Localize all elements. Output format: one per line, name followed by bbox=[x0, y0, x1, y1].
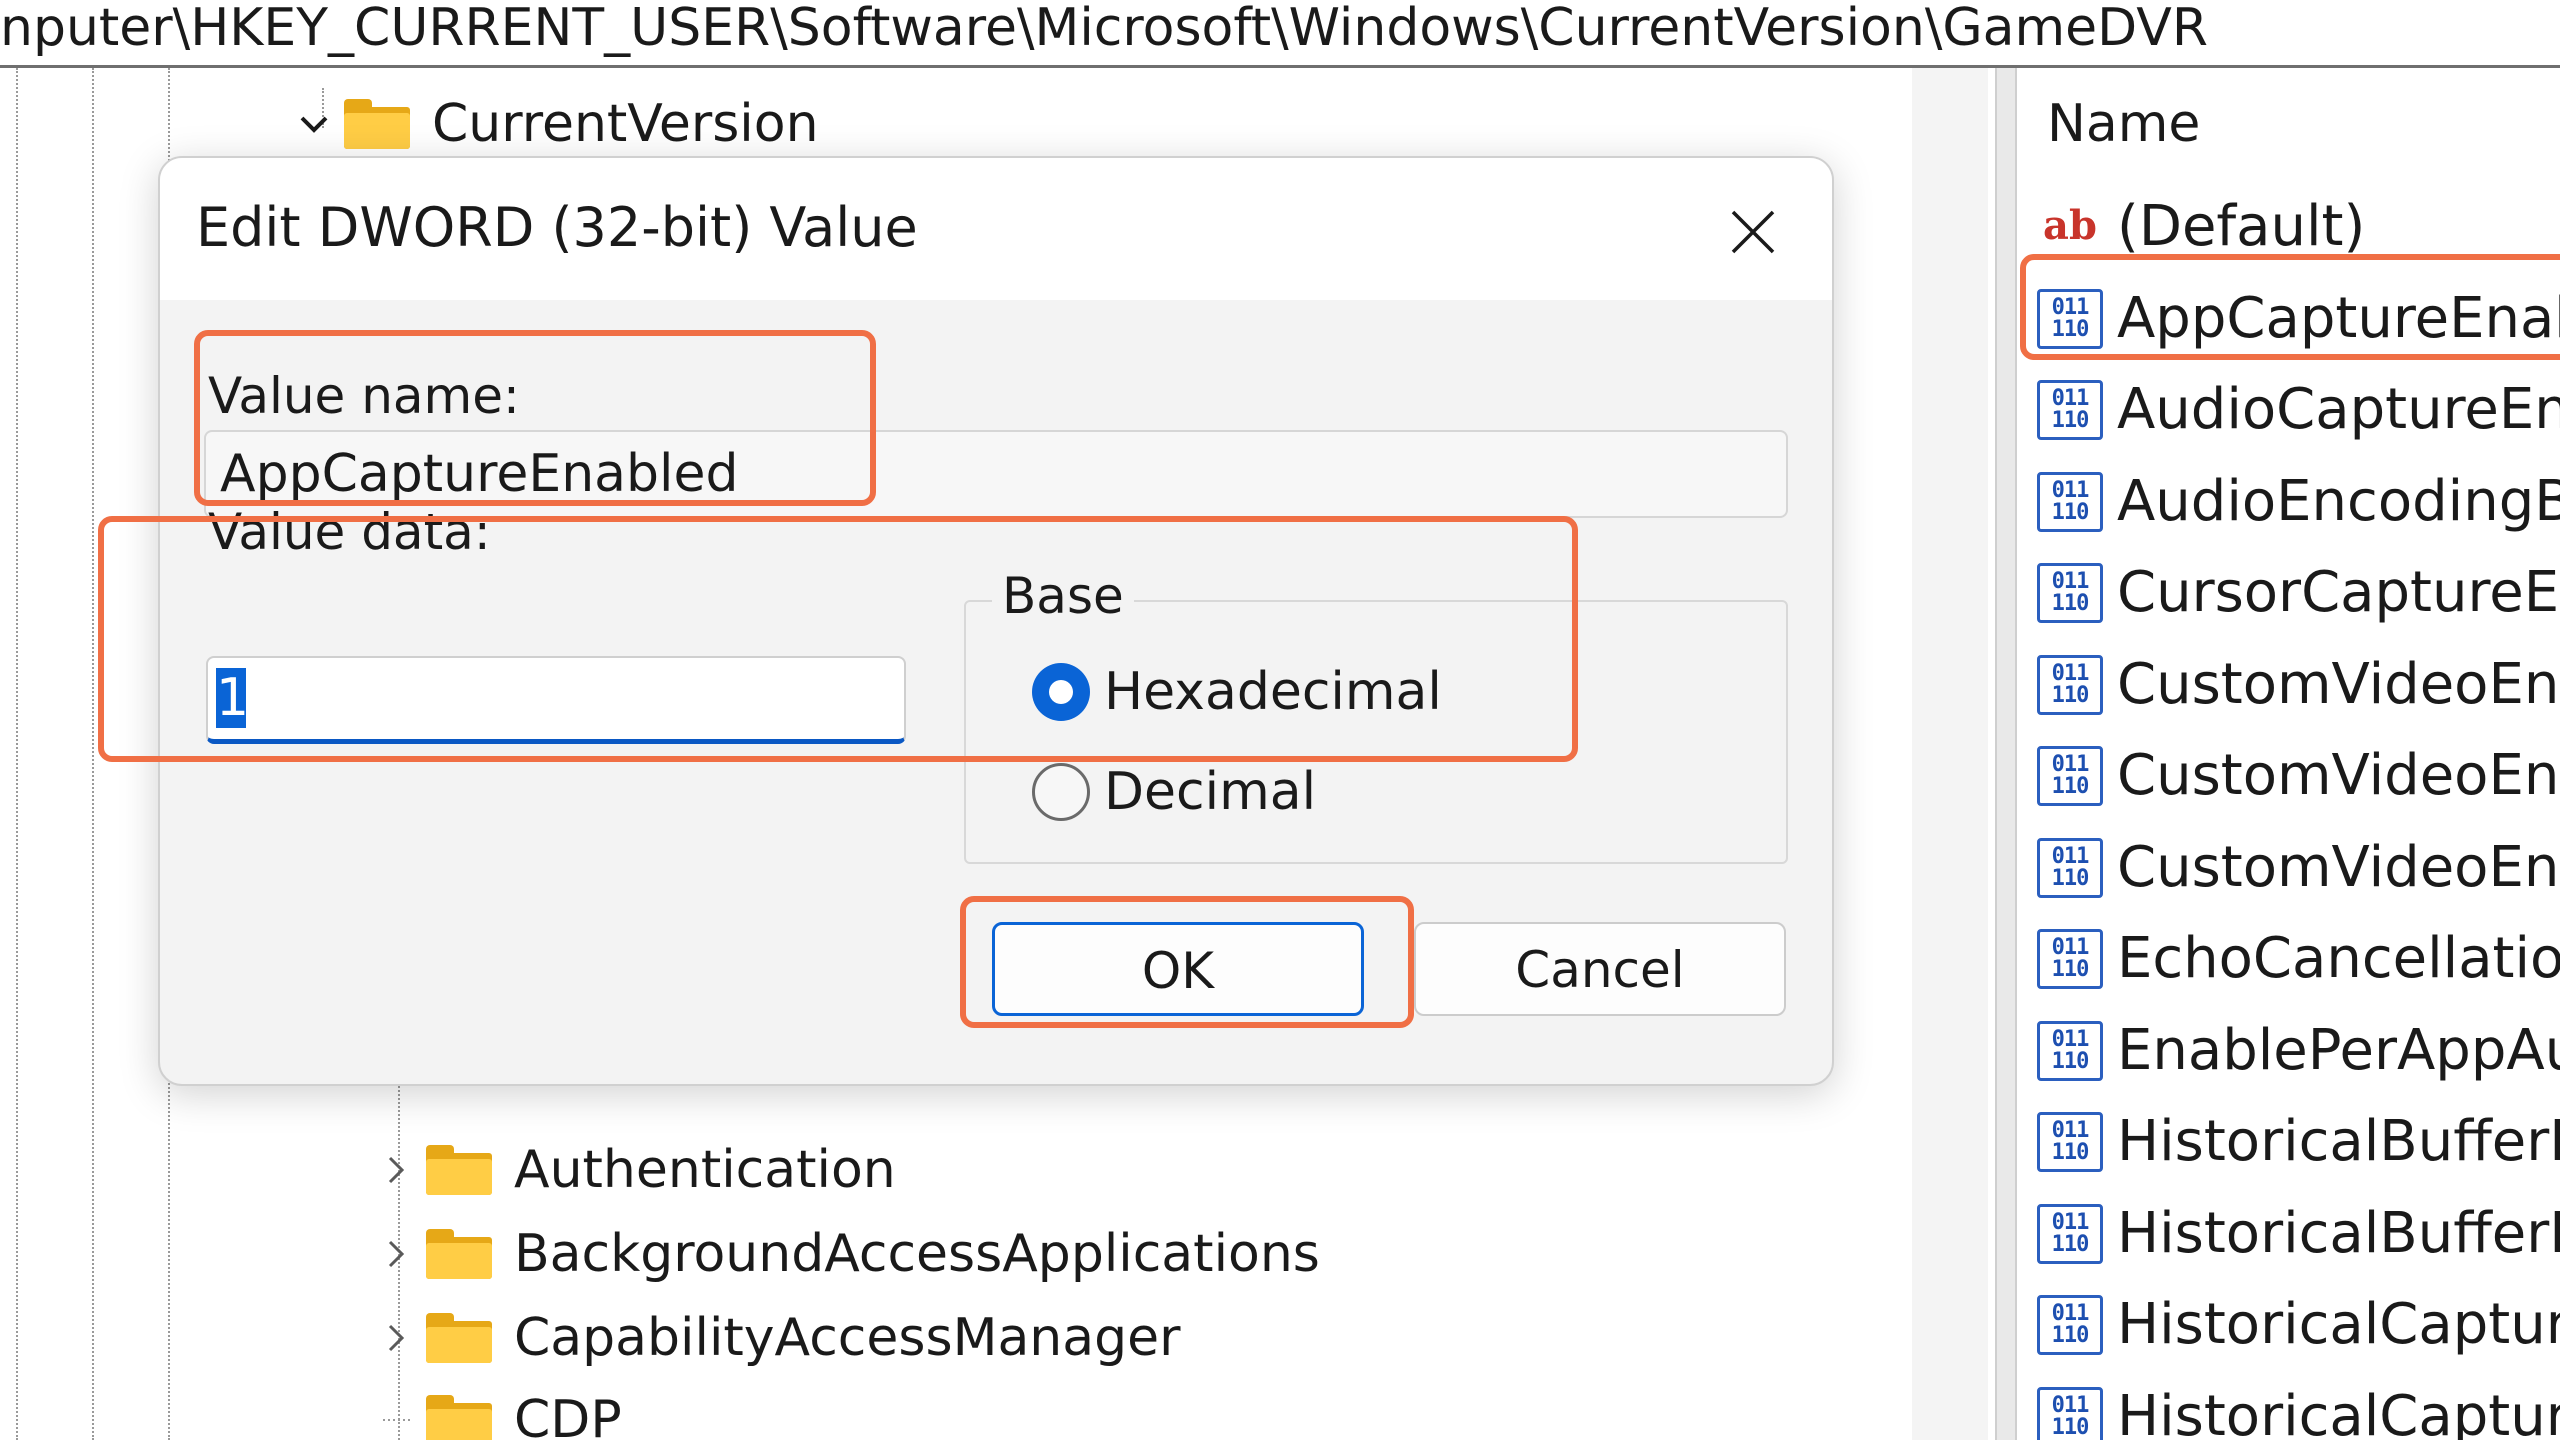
value-row[interactable]: 011110EnablePerAppAu... bbox=[2037, 1012, 2560, 1090]
value-row[interactable]: 011110 HistoricalCaptur... bbox=[2037, 1378, 2560, 1440]
binary-value-icon: 011 110 bbox=[2037, 288, 2103, 349]
tree-item-label: Authentication bbox=[514, 1140, 896, 1200]
radio-label: Decimal bbox=[1104, 762, 1317, 822]
edit-dword-dialog: Edit DWORD (32-bit) Value Value name: Ap… bbox=[158, 156, 1834, 1086]
tree-item-label: CapabilityAccessManager bbox=[514, 1308, 1181, 1368]
value-data-text: 1 bbox=[216, 668, 250, 728]
base-label: Base bbox=[992, 566, 1134, 626]
tree-item-label: CurrentVersion bbox=[432, 94, 819, 154]
binary-value-icon: 011 110 bbox=[2037, 929, 2103, 989]
binary-value-icon: 011 110 bbox=[2037, 471, 2103, 532]
chevron-right-icon[interactable] bbox=[376, 1234, 416, 1274]
value-name: HistoricalCaptur... bbox=[2117, 1292, 2560, 1357]
value-name: EnablePerAppAu... bbox=[2117, 1017, 2560, 1083]
tree-guide-line bbox=[92, 68, 94, 1440]
binary-value-icon: 011 110 bbox=[2037, 1112, 2103, 1172]
radio-decimal[interactable]: Decimal bbox=[1032, 762, 1316, 822]
value-row[interactable]: ab (Default) bbox=[2037, 188, 2560, 266]
value-name: EchoCancellatio... bbox=[2117, 926, 2560, 991]
close-button[interactable] bbox=[1715, 194, 1791, 270]
value-row[interactable]: 011110AudioCaptureEn... bbox=[2037, 371, 2560, 449]
tree-item-authentication[interactable]: Authentication bbox=[376, 1132, 896, 1208]
value-name: CustomVideoEnc... bbox=[2117, 743, 2560, 808]
dialog-titlebar: Edit DWORD (32-bit) Value bbox=[160, 158, 1832, 300]
tree-item-capabilityaccessmanager[interactable]: CapabilityAccessManager bbox=[376, 1300, 1181, 1376]
radio-hexadecimal[interactable]: Hexadecimal bbox=[1032, 662, 1442, 722]
value-row[interactable]: 011110AudioEncodingB... bbox=[2037, 463, 2560, 541]
value-row[interactable]: 011110CursorCaptureEn... bbox=[2037, 554, 2560, 632]
binary-value-icon: 011 110 bbox=[2037, 1386, 2103, 1440]
value-row[interactable]: 011110HistoricalCaptur... bbox=[2037, 1286, 2560, 1364]
value-name: CustomVideoEnc... bbox=[2117, 834, 2560, 900]
folder-icon bbox=[344, 99, 410, 149]
tree-scrollbar[interactable] bbox=[1912, 68, 1988, 1440]
pane-splitter[interactable] bbox=[1995, 68, 2017, 1440]
value-row[interactable]: 011110CustomVideoEnc... bbox=[2037, 646, 2560, 724]
value-name: HistoricalBufferL... bbox=[2117, 1109, 2560, 1174]
folder-icon bbox=[426, 1313, 492, 1363]
value-row[interactable]: 011110HistoricalBufferL... bbox=[2037, 1103, 2560, 1181]
cancel-button[interactable]: Cancel bbox=[1414, 922, 1786, 1016]
radio-selected-icon[interactable] bbox=[1032, 663, 1090, 721]
value-row[interactable]: 011110CustomVideoEnc... bbox=[2037, 829, 2560, 907]
value-name: AudioEncodingB... bbox=[2117, 468, 2560, 534]
value-name: HistoricalCaptur... bbox=[2117, 1383, 2560, 1440]
tree-connector bbox=[376, 1400, 416, 1440]
value-name: (Default) bbox=[2117, 194, 2366, 259]
values-pane[interactable]: Name ab(Default)011110AppCaptureEnab...0… bbox=[2017, 68, 2560, 1440]
value-name-label: Value name: bbox=[208, 367, 520, 425]
tree-item-label: CDP bbox=[514, 1390, 622, 1440]
value-name: AudioCaptureEn... bbox=[2117, 377, 2560, 442]
tree-item-currentversion[interactable]: CurrentVersion bbox=[294, 86, 819, 162]
value-name: CustomVideoEnc... bbox=[2117, 651, 2560, 717]
radio-label: Hexadecimal bbox=[1104, 662, 1442, 722]
binary-value-icon: 011 110 bbox=[2037, 1203, 2103, 1264]
binary-value-icon: 011 110 bbox=[2037, 746, 2103, 806]
dialog-title: Edit DWORD (32-bit) Value bbox=[196, 196, 918, 259]
binary-value-icon: 011 110 bbox=[2037, 380, 2103, 440]
chevron-right-icon[interactable] bbox=[376, 1150, 416, 1190]
value-row[interactable]: 011110HistoricalBufferL... bbox=[2037, 1195, 2560, 1273]
ok-button[interactable]: OK bbox=[992, 922, 1364, 1016]
radio-unselected-icon[interactable] bbox=[1032, 763, 1090, 821]
chevron-down-icon[interactable] bbox=[294, 104, 334, 144]
address-bar[interactable]: nputer\HKEY_CURRENT_USER\Software\Micros… bbox=[0, 0, 2560, 68]
chevron-right-icon[interactable] bbox=[376, 1318, 416, 1358]
tree-item-label: BackgroundAccessApplications bbox=[514, 1224, 1320, 1284]
value-data-label: Value data: bbox=[208, 503, 491, 561]
value-data-input[interactable]: 1 bbox=[206, 656, 906, 744]
tree-item-backgroundaccessapplications[interactable]: BackgroundAccessApplications bbox=[376, 1216, 1320, 1292]
value-name: AppCaptureEnab... bbox=[2117, 285, 2560, 351]
base-group: Base Hexadecimal Decimal bbox=[964, 566, 1788, 864]
close-icon bbox=[1731, 210, 1775, 254]
column-header-name[interactable]: Name bbox=[2047, 94, 2200, 154]
tree-guide-line bbox=[16, 68, 18, 1440]
value-name: CursorCaptureEn... bbox=[2117, 560, 2560, 625]
folder-icon bbox=[426, 1395, 492, 1440]
folder-icon bbox=[426, 1229, 492, 1279]
address-path: nputer\HKEY_CURRENT_USER\Software\Micros… bbox=[0, 0, 2208, 58]
binary-value-icon: 011 110 bbox=[2037, 654, 2103, 715]
string-value-icon: ab bbox=[2037, 197, 2103, 257]
value-row[interactable]: 011110CustomVideoEnc... bbox=[2037, 737, 2560, 815]
value-name: HistoricalBufferL... bbox=[2117, 1200, 2560, 1266]
binary-value-icon: 011 110 bbox=[2037, 563, 2103, 623]
value-row[interactable]: 011110EchoCancellatio... bbox=[2037, 920, 2560, 998]
binary-value-icon: 011 110 bbox=[2037, 837, 2103, 898]
binary-value-icon: 011 110 bbox=[2037, 1020, 2103, 1081]
binary-value-icon: 011 110 bbox=[2037, 1295, 2103, 1355]
tree-item-cdp[interactable]: CDP bbox=[376, 1382, 622, 1440]
value-row[interactable]: 011110AppCaptureEnab... bbox=[2037, 280, 2560, 358]
folder-icon bbox=[426, 1145, 492, 1195]
